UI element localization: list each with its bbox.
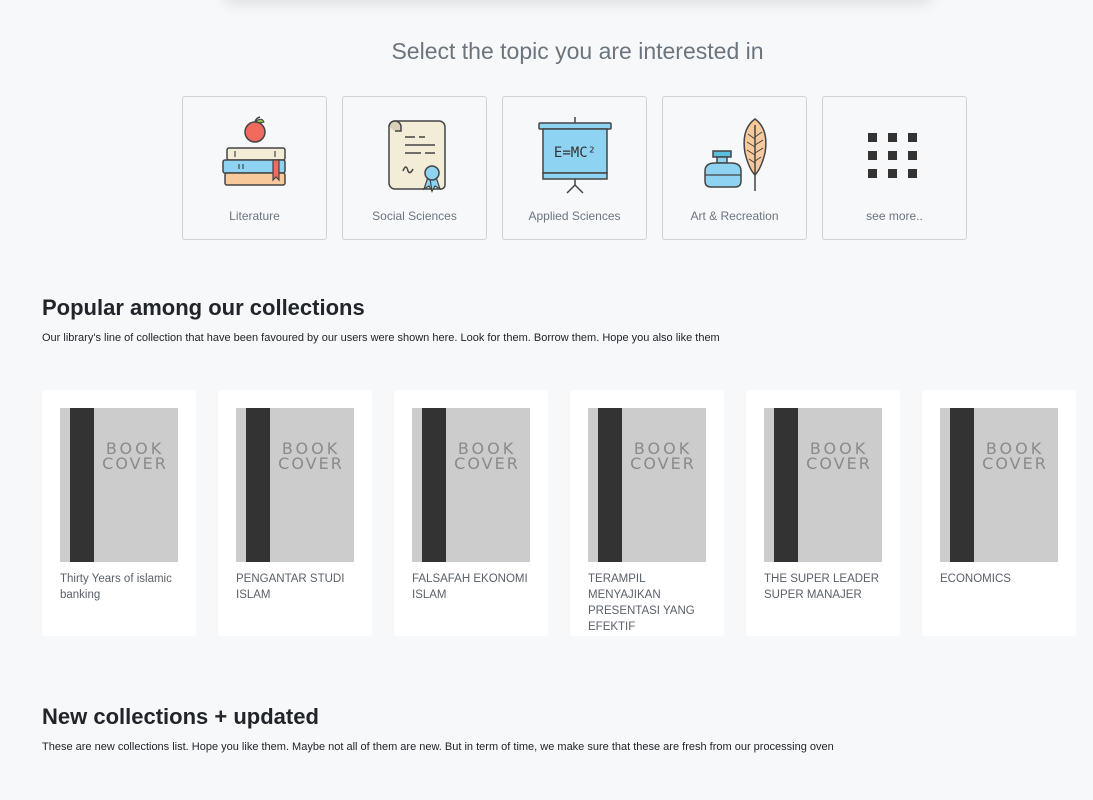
topic-card-applied-sciences[interactable]: E=MC² Applied Sciences — [502, 96, 647, 240]
popular-book-list: BOOK COVER Thirty Years of islamic banki… — [42, 390, 1076, 636]
topic-list: Literature Social Sciences E=MC² Applied… — [182, 96, 967, 240]
topic-label: Art & Recreation — [690, 209, 779, 223]
projector-board-icon: E=MC² — [537, 117, 612, 194]
topic-card-literature[interactable]: Literature — [182, 96, 327, 240]
topic-label: see more.. — [866, 209, 923, 223]
cover-text: COVER — [454, 454, 520, 473]
popular-section-description: Our library's line of collection that ha… — [42, 332, 720, 344]
topic-card-art-recreation[interactable]: Art & Recreation — [662, 96, 807, 240]
book-cover-image: BOOK COVER — [940, 408, 1058, 562]
book-cover-image: BOOK COVER — [764, 408, 882, 562]
book-card[interactable]: BOOK COVER TERAMPIL MENYAJIKAN PRESENTAS… — [570, 390, 724, 636]
cover-text: COVER — [278, 454, 344, 473]
book-title: PENGANTAR STUDI ISLAM — [236, 573, 345, 601]
book-card[interactable]: BOOK COVER THE SUPER LEADER SUPER MANAJE… — [746, 390, 900, 636]
book-title: TERAMPIL MENYAJIKAN PRESENTASI YANG EFEK… — [588, 573, 695, 633]
formula-text: E=MC² — [553, 145, 595, 161]
book-title: FALSAFAH EKONOMI ISLAM — [412, 573, 528, 601]
book-card[interactable]: BOOK COVER Thirty Years of islamic banki… — [42, 390, 196, 636]
book-title: Thirty Years of islamic banking — [60, 573, 172, 601]
cover-text: COVER — [102, 454, 168, 473]
cover-text: COVER — [982, 454, 1048, 473]
book-card[interactable]: BOOK COVER PENGANTAR STUDI ISLAM — [218, 390, 372, 636]
books-apple-icon — [221, 116, 286, 186]
book-title: ECONOMICS — [940, 573, 1011, 585]
topic-label: Applied Sciences — [528, 209, 621, 223]
topic-label: Literature — [229, 209, 280, 223]
popular-section-title: Popular among our collections — [42, 295, 365, 320]
cover-text: COVER — [806, 454, 872, 473]
book-card[interactable]: BOOK COVER FALSAFAH EKONOMI ISLAM — [394, 390, 548, 636]
book-cover-image: BOOK COVER — [412, 408, 530, 562]
topic-label: Social Sciences — [372, 209, 457, 223]
topic-heading: Select the topic you are interested in — [391, 38, 764, 64]
certificate-scroll-icon — [387, 120, 446, 193]
book-cover-image: BOOK COVER — [588, 408, 706, 562]
new-collections-title: New collections + updated — [42, 704, 319, 729]
book-card[interactable]: BOOK COVER ECONOMICS — [922, 390, 1076, 636]
grid-icon — [867, 133, 917, 178]
book-cover-image: BOOK COVER — [60, 408, 178, 562]
ink-feather-icon — [703, 118, 767, 191]
topic-card-see-more[interactable]: see more.. — [822, 96, 967, 240]
book-title: THE SUPER LEADER SUPER MANAJER — [764, 573, 880, 601]
topic-card-social-sciences[interactable]: Social Sciences — [342, 96, 487, 240]
cover-text: COVER — [630, 454, 696, 473]
new-collections-description: These are new collections list. Hope you… — [42, 741, 834, 753]
book-cover-image: BOOK COVER — [236, 408, 354, 562]
